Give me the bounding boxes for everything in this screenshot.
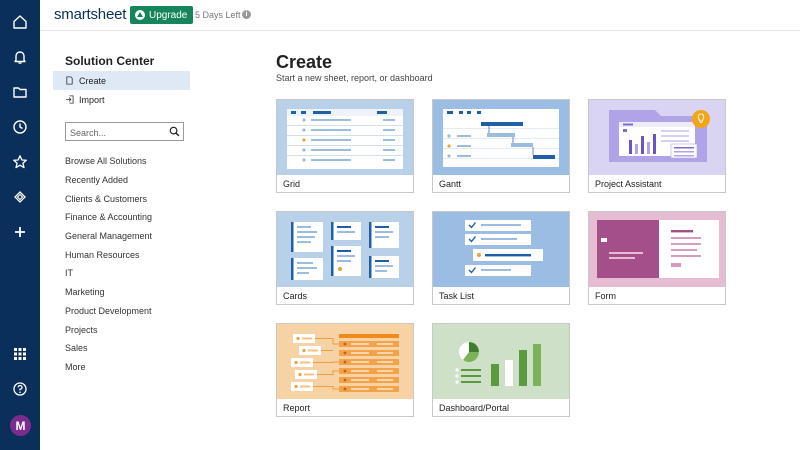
avatar[interactable]: M <box>10 415 31 436</box>
card-form[interactable]: Form <box>588 211 726 305</box>
help-icon <box>13 382 27 396</box>
bell-icon <box>14 51 26 64</box>
category-browse-all[interactable]: Browse All Solutions <box>65 156 147 166</box>
category-finance-accounting[interactable]: Finance & Accounting <box>65 212 152 222</box>
home-icon <box>13 15 27 29</box>
solutions-button[interactable] <box>0 181 40 213</box>
folder-icon <box>13 87 27 98</box>
card-grid[interactable]: Grid <box>276 99 414 193</box>
info-icon[interactable]: i <box>242 10 251 19</box>
card-report[interactable]: Report <box>276 323 414 417</box>
category-sales[interactable]: Sales <box>65 343 88 353</box>
recents-button[interactable] <box>0 111 40 143</box>
top-bar: smartsheet Upgrade 5 Days Left i <box>40 0 800 31</box>
category-marketing[interactable]: Marketing <box>65 287 105 297</box>
plus-icon <box>15 227 25 237</box>
sidebar-item-create[interactable]: Create <box>53 71 190 90</box>
star-icon <box>13 155 27 169</box>
category-product-development[interactable]: Product Development <box>65 306 152 316</box>
card-dashboard-portal[interactable]: Dashboard/Portal <box>432 323 570 417</box>
card-label: Dashboard/Portal <box>439 403 510 413</box>
form-thumbnail <box>589 212 725 287</box>
search-icon[interactable] <box>169 126 180 137</box>
upgrade-arrow-icon <box>135 10 145 20</box>
card-label: Report <box>283 403 311 413</box>
card-project-assistant[interactable]: Project Assistant <box>588 99 726 193</box>
category-it[interactable]: IT <box>65 268 73 278</box>
panel-title: Solution Center <box>65 54 155 68</box>
sidebar-item-label: Import <box>79 94 105 105</box>
category-recently-added[interactable]: Recently Added <box>65 175 128 185</box>
cards-thumbnail <box>277 212 413 287</box>
solutions-icon <box>14 191 26 203</box>
sidebar-item-label: Create <box>79 75 107 86</box>
card-label: Cards <box>283 291 308 301</box>
launcher-button[interactable] <box>0 338 40 370</box>
create-button[interactable] <box>0 216 40 248</box>
clock-icon <box>13 120 27 134</box>
upgrade-button[interactable]: Upgrade <box>130 6 194 24</box>
trial-status: 5 Days Left <box>195 10 241 20</box>
category-clients-customers[interactable]: Clients & Customers <box>65 194 147 204</box>
gantt-thumbnail <box>433 100 569 175</box>
card-task-list[interactable]: Task List <box>432 211 570 305</box>
page-title: Create <box>276 52 333 72</box>
favorites-button[interactable] <box>0 146 40 178</box>
card-label: Form <box>595 291 616 301</box>
page-subtitle: Start a new sheet, report, or dashboard <box>276 73 433 83</box>
browse-button[interactable] <box>0 76 40 108</box>
category-more[interactable]: More <box>65 362 86 372</box>
dashboard-thumbnail <box>433 324 569 399</box>
search-field[interactable] <box>65 122 184 142</box>
sidebar-item-import[interactable]: Import <box>53 90 190 109</box>
grid-thumbnail <box>277 100 413 175</box>
category-human-resources[interactable]: Human Resources <box>65 250 140 260</box>
import-icon <box>65 95 74 104</box>
left-rail: M <box>0 0 40 450</box>
category-general-management[interactable]: General Management <box>65 231 152 241</box>
notifications-button[interactable] <box>0 41 40 73</box>
report-thumbnail <box>277 324 413 399</box>
home-button[interactable] <box>0 6 40 38</box>
card-cards[interactable]: Cards <box>276 211 414 305</box>
apps-grid-icon <box>14 348 26 360</box>
card-label: Project Assistant <box>595 179 662 189</box>
card-gantt[interactable]: Gantt <box>432 99 570 193</box>
sheet-icon <box>66 76 73 85</box>
project-assistant-thumbnail <box>589 100 725 175</box>
smartsheet-logo[interactable]: smartsheet <box>54 6 126 23</box>
category-projects[interactable]: Projects <box>65 325 98 335</box>
card-label: Grid <box>283 179 301 189</box>
card-label: Gantt <box>439 179 462 189</box>
search-input[interactable] <box>66 124 162 142</box>
upgrade-label: Upgrade <box>149 9 188 21</box>
card-label: Task List <box>439 291 475 301</box>
help-button[interactable] <box>0 373 40 405</box>
task-list-thumbnail <box>433 212 569 287</box>
